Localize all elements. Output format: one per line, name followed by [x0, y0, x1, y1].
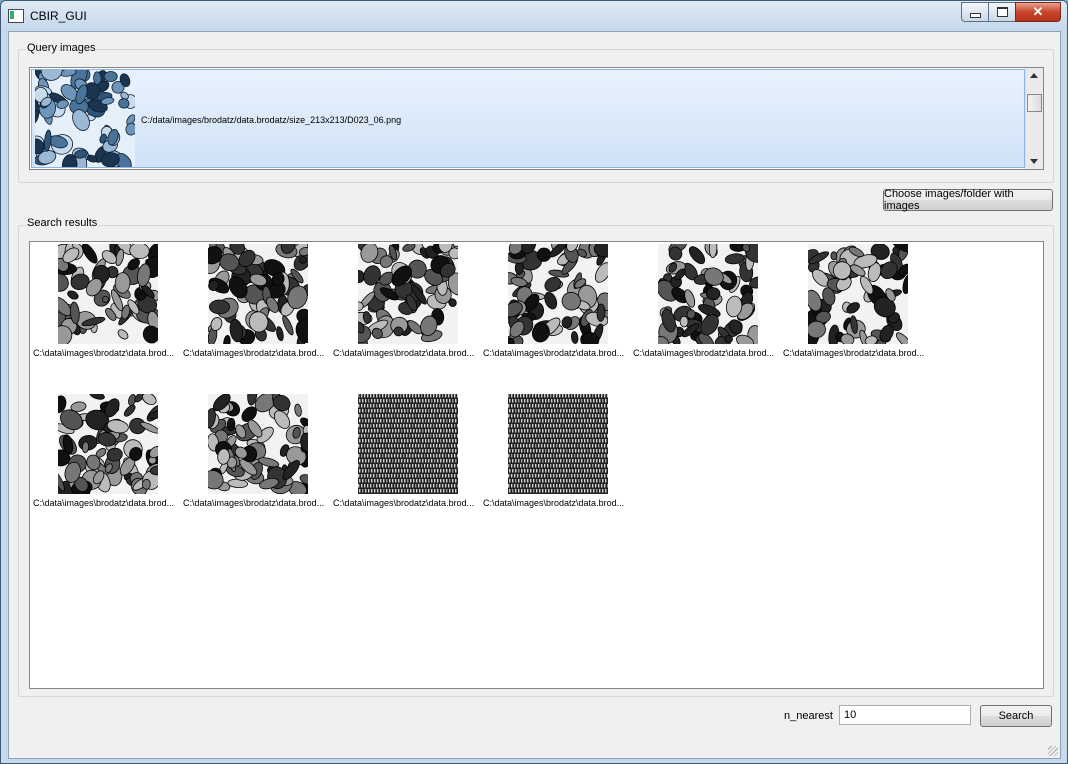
result-path-label: C:\data\images\brodatz\data.brod...	[483, 498, 625, 508]
window-title: CBIR_GUI	[30, 9, 87, 23]
result-item[interactable]: C:\data\images\brodatz\data.brod...	[183, 394, 333, 514]
result-path-label: C:\data\images\brodatz\data.brod...	[183, 498, 325, 508]
n-nearest-label: n_nearest	[784, 710, 833, 722]
query-list-scrollbar[interactable]	[1025, 68, 1043, 169]
app-icon	[8, 9, 24, 23]
result-path-label: C:\data\images\brodatz\data.brod...	[783, 348, 925, 358]
result-thumbnail	[358, 394, 458, 494]
result-path-label: C:\data\images\brodatz\data.brod...	[33, 348, 175, 358]
close-button[interactable]: ✕	[1015, 2, 1061, 22]
result-item[interactable]: C:\data\images\brodatz\data.brod...	[333, 394, 483, 514]
result-path-label: C:\data\images\brodatz\data.brod...	[183, 348, 325, 358]
scroll-up-icon[interactable]	[1030, 73, 1038, 78]
search-results-title: Search results	[26, 217, 99, 229]
app-window: CBIR_GUI ✕ Query images C:/data/images/b…	[0, 0, 1068, 764]
search-results-list[interactable]: C:\data\images\brodatz\data.brod... C:\da…	[29, 241, 1044, 689]
query-images-list[interactable]: C:/data/images/brodatz/data.brodatz/size…	[29, 67, 1044, 170]
result-thumbnail	[58, 394, 158, 494]
result-item[interactable]: C:\data\images\brodatz\data.brod...	[483, 394, 633, 514]
scroll-down-icon[interactable]	[1030, 159, 1038, 164]
n-nearest-input[interactable]	[839, 705, 971, 725]
result-thumbnail	[208, 244, 308, 344]
query-image-path: C:/data/images/brodatz/data.brodatz/size…	[141, 115, 402, 125]
choose-images-button[interactable]: Choose images/folder with images	[883, 188, 1053, 212]
result-thumbnail	[658, 244, 758, 344]
maximize-button[interactable]	[988, 2, 1016, 22]
result-thumbnail	[508, 394, 608, 494]
result-path-label: C:\data\images\brodatz\data.brod...	[333, 348, 475, 358]
query-thumbnail	[35, 70, 135, 167]
search-button[interactable]: Search	[980, 705, 1052, 727]
result-path-label: C:\data\images\brodatz\data.brod...	[333, 498, 475, 508]
scroll-thumb[interactable]	[1027, 94, 1042, 112]
result-thumbnail	[808, 244, 908, 344]
result-item[interactable]: C:\data\images\brodatz\data.brod...	[783, 244, 933, 364]
result-item[interactable]: C:\data\images\brodatz\data.brod...	[183, 244, 333, 364]
result-item[interactable]: C:\data\images\brodatz\data.brod...	[483, 244, 633, 364]
minimize-icon	[969, 12, 981, 18]
window-controls: ✕	[961, 2, 1061, 22]
result-path-label: C:\data\images\brodatz\data.brod...	[483, 348, 625, 358]
result-path-label: C:\data\images\brodatz\data.brod...	[33, 498, 175, 508]
maximize-icon	[996, 7, 1008, 17]
result-item[interactable]: C:\data\images\brodatz\data.brod...	[33, 394, 183, 514]
title-bar[interactable]: CBIR_GUI ✕	[1, 1, 1067, 31]
result-item[interactable]: C:\data\images\brodatz\data.brod...	[633, 244, 783, 364]
minimize-button[interactable]	[961, 2, 989, 22]
result-item[interactable]: C:\data\images\brodatz\data.brod...	[33, 244, 183, 364]
resize-grip-icon[interactable]	[1048, 746, 1058, 756]
result-thumbnail	[58, 244, 158, 344]
result-path-label: C:\data\images\brodatz\data.brod...	[633, 348, 775, 358]
result-item[interactable]: C:\data\images\brodatz\data.brod...	[333, 244, 483, 364]
main-panel: Query images C:/data/images/brodatz/data…	[8, 31, 1061, 759]
close-icon: ✕	[1032, 4, 1044, 19]
query-list-item[interactable]: C:/data/images/brodatz/data.brodatz/size…	[31, 69, 1025, 168]
result-thumbnail	[508, 244, 608, 344]
result-thumbnail	[208, 394, 308, 494]
query-images-title: Query images	[26, 42, 97, 54]
result-thumbnail	[358, 244, 458, 344]
